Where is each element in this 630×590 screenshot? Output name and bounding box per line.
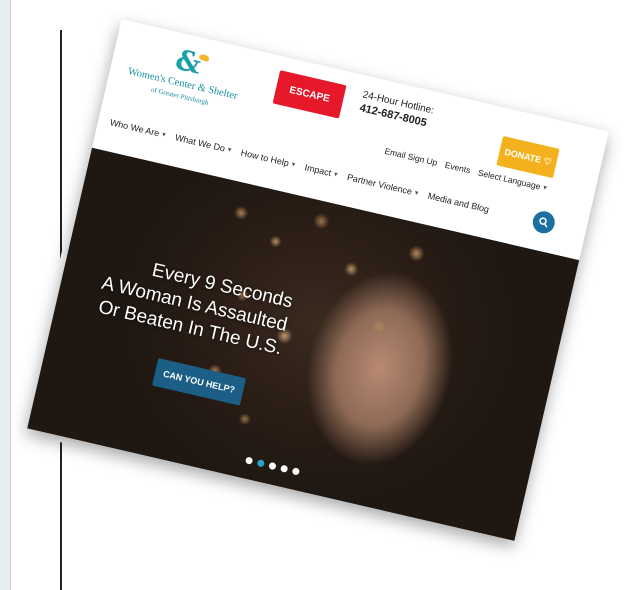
- website-screenshot-card: & Women's Center & Shelter of Greater Pi…: [27, 19, 609, 541]
- chevron-down-icon: ▾: [290, 161, 296, 169]
- nav-label: Who We Are: [109, 117, 161, 139]
- site-logo[interactable]: & Women's Center & Shelter of Greater Pi…: [120, 32, 250, 116]
- escape-button[interactable]: ESCAPE: [272, 70, 347, 119]
- chevron-down-icon: ▾: [542, 184, 548, 192]
- chevron-down-icon: ▾: [413, 189, 419, 198]
- hero-photo: [163, 179, 453, 512]
- chevron-down-icon: ▾: [226, 146, 232, 155]
- donate-button[interactable]: DONATE ♡: [496, 135, 560, 179]
- carousel-dot-active[interactable]: [256, 459, 265, 468]
- chevron-down-icon: ▾: [161, 131, 167, 139]
- nav-label: What We Do: [174, 132, 227, 154]
- nav-item-media-and-blog[interactable]: Media and Blog: [427, 191, 490, 215]
- nav-item-what-we-do[interactable]: What We Do ▾: [174, 132, 232, 155]
- nav-label: Media and Blog: [426, 190, 491, 215]
- logo-mark-icon: &: [172, 42, 205, 81]
- hotline: 24-Hour Hotline: 412-687-8005: [358, 89, 435, 130]
- nav-item-how-to-help[interactable]: How to Help ▾: [240, 148, 296, 170]
- carousel-dot[interactable]: [244, 456, 254, 465]
- nav-item-who-we-are[interactable]: Who We Are ▾: [109, 117, 167, 140]
- search-icon: [539, 217, 548, 228]
- nav-label: Impact: [303, 162, 333, 179]
- carousel-dot[interactable]: [268, 461, 277, 471]
- nav-label: Partner Violence: [346, 172, 414, 197]
- nav-item-impact[interactable]: Impact ▾: [304, 162, 339, 179]
- left-edge-panel: [0, 0, 11, 590]
- nav-label: How to Help: [239, 147, 290, 169]
- email-signup-link[interactable]: Email Sign Up: [384, 146, 439, 168]
- chevron-down-icon: ▾: [333, 170, 339, 179]
- carousel-dot[interactable]: [279, 464, 289, 473]
- nav-item-partner-violence[interactable]: Partner Violence ▾: [346, 172, 419, 198]
- events-link[interactable]: Events: [444, 160, 472, 176]
- search-button[interactable]: [530, 209, 557, 236]
